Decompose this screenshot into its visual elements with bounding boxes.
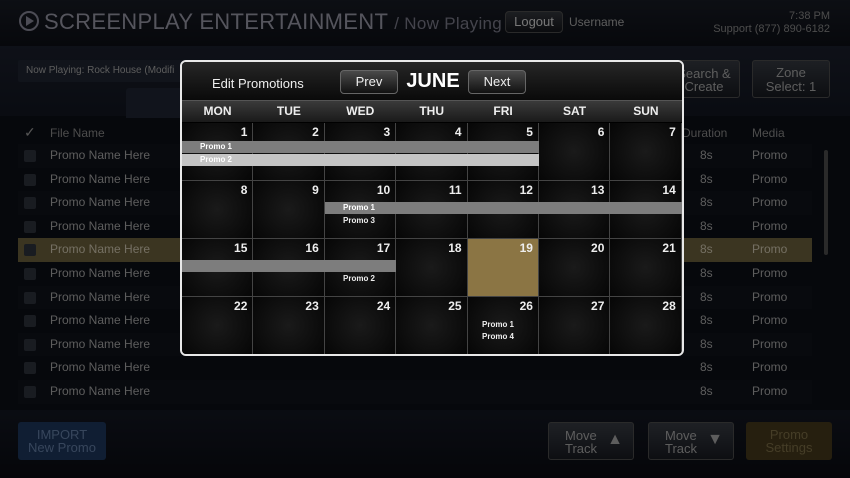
promo-bar[interactable]: Promo 1: [182, 141, 539, 153]
day-number: 12: [519, 183, 533, 197]
day-number: 8: [240, 183, 248, 197]
day-number: 26: [519, 299, 533, 313]
day-number: 18: [448, 241, 462, 255]
weekday-header: MON TUE WED THU FRI SAT SUN: [182, 100, 682, 122]
calendar-day[interactable]: 6: [539, 123, 611, 181]
promo-label[interactable]: Promo 3: [343, 215, 375, 227]
day-number: 9: [312, 183, 319, 197]
day-number: 6: [597, 125, 605, 139]
promo-bar[interactable]: Promo 1: [325, 202, 682, 214]
day-number: 11: [448, 183, 462, 197]
day-number: 7: [669, 125, 676, 139]
day-number: 14: [662, 183, 676, 197]
weekday-label: WED: [346, 104, 375, 118]
calendar-day[interactable]: 23: [253, 297, 325, 354]
edit-promotions-dialog: Edit Promotions Prev JUNE Next MON TUE WED…: [180, 60, 684, 356]
day-number: 19: [519, 241, 533, 255]
day-number: 25: [448, 299, 462, 313]
prev-month-button[interactable]: Prev: [340, 70, 398, 94]
day-number: 20: [591, 241, 605, 255]
calendar-day[interactable]: 27: [539, 297, 611, 354]
calendar-day[interactable]: 7: [610, 123, 682, 181]
day-number: 24: [376, 299, 391, 313]
day-number: 5: [526, 125, 533, 139]
day-number: 23: [305, 299, 319, 313]
calendar-day[interactable]: 25: [396, 297, 468, 354]
calendar-day[interactable]: 28: [610, 297, 682, 354]
day-number: 15: [234, 241, 248, 255]
weekday-label: MON: [203, 104, 232, 118]
day-number: 28: [662, 299, 676, 313]
promo-label[interactable]: Promo 4: [482, 331, 514, 343]
day-number: 27: [591, 299, 605, 313]
calendar-day[interactable]: 18: [396, 239, 468, 297]
weekday-label: SAT: [562, 104, 587, 118]
next-month-button[interactable]: Next: [468, 70, 526, 94]
weekday-label: THU: [419, 104, 445, 118]
weekday-label: SUN: [633, 104, 659, 118]
promo-bar[interactable]: Promo 2: [182, 154, 539, 166]
day-number: 3: [383, 125, 391, 139]
promo-bar[interactable]: [182, 260, 396, 272]
day-number: 2: [312, 125, 319, 139]
calendar-day[interactable]: 21: [610, 239, 682, 297]
day-number: 17: [376, 241, 391, 255]
calendar-day[interactable]: 22: [182, 297, 254, 354]
day-number: 22: [234, 299, 248, 313]
dialog-header: Edit Promotions Prev JUNE Next: [182, 62, 682, 100]
day-number: 4: [454, 125, 462, 139]
calendar-day[interactable]: 9: [253, 181, 325, 239]
day-number: 1: [240, 125, 248, 139]
weekday-label: TUE: [276, 104, 301, 118]
calendar-grid: 28 27 26 25 24 23 22 21 20 19 18 17 16 15 14 13 12 11 10 9 8…: [182, 123, 682, 354]
calendar-day[interactable]: 24: [324, 297, 397, 354]
promo-label[interactable]: Promo 2: [343, 273, 375, 285]
promo-label[interactable]: Promo 1: [482, 319, 514, 331]
day-number: 10: [376, 183, 391, 197]
day-number: 21: [662, 241, 676, 255]
calendar-day[interactable]: 20: [539, 239, 611, 297]
calendar-day[interactable]: 8: [182, 181, 254, 239]
day-number: 16: [305, 241, 319, 255]
calendar-day[interactable]: 19: [467, 239, 539, 297]
dialog-title: Edit Promotions: [212, 76, 304, 91]
weekday-label: FRI: [493, 104, 513, 118]
day-number: 13: [591, 183, 605, 197]
month-label: JUNE: [406, 70, 460, 92]
